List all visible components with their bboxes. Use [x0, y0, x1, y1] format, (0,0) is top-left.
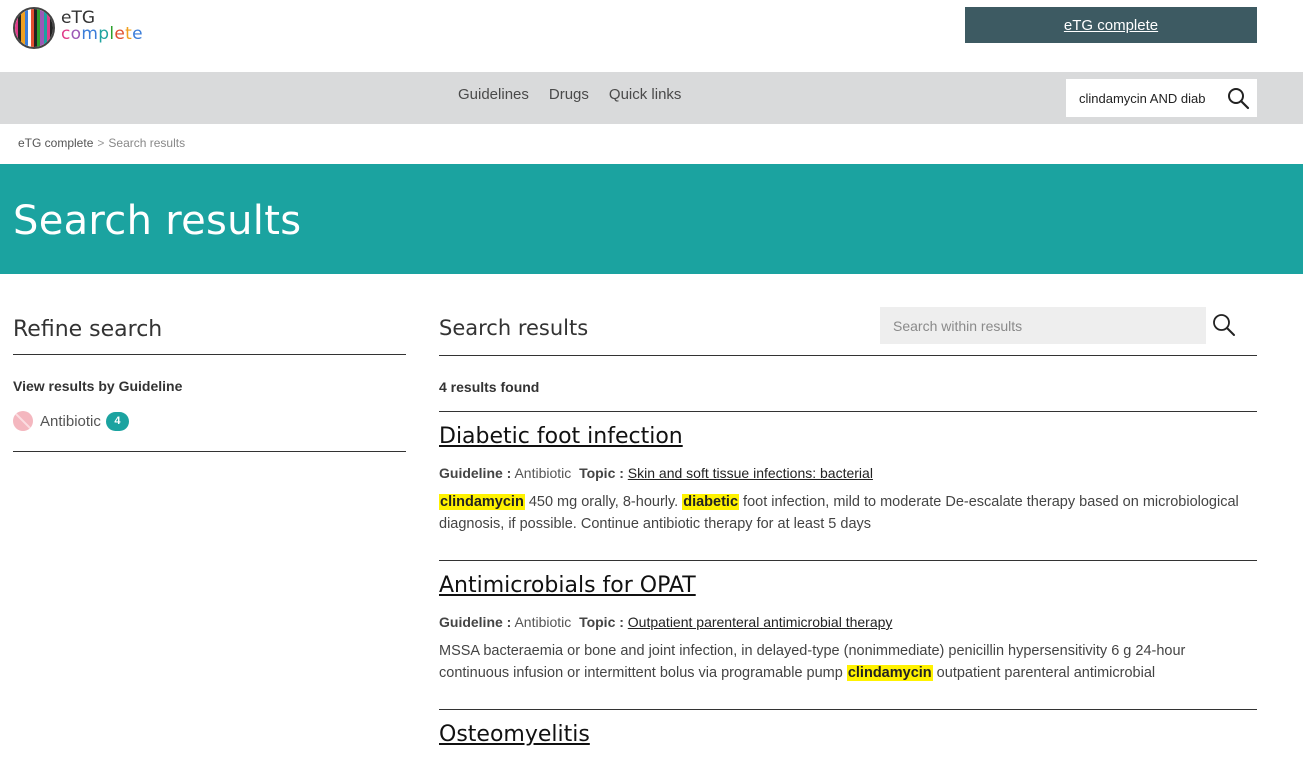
refine-subtitle: View results by Guideline — [13, 378, 183, 394]
result-title-link[interactable]: Antimicrobials for OPAT — [439, 573, 696, 598]
breadcrumb-separator: > — [97, 136, 105, 150]
refine-title: Refine search — [13, 312, 406, 355]
logo-line2: complete — [61, 24, 143, 44]
snippet-text: outpatient parenteral antimicrobial — [932, 664, 1156, 681]
snippet-highlight: clindamycin — [846, 664, 933, 681]
result-title-link[interactable]: Diabetic foot infection — [439, 424, 683, 449]
result-title-link[interactable]: Osteomyelitis — [439, 722, 590, 747]
results-header: Search results — [439, 307, 1257, 356]
results-count: 4 results found — [439, 356, 1257, 412]
result-item: Antimicrobials for OPAT Guideline : Anti… — [439, 573, 1257, 710]
nav-drugs[interactable]: Drugs — [549, 86, 589, 103]
etg-logo[interactable]: eTG complete — [13, 7, 143, 49]
snippet-highlight: diabetic — [682, 494, 740, 510]
facet-count-badge: 4 — [105, 411, 129, 431]
search-within-box — [880, 307, 1206, 344]
top-header: eTG complete eTG complete — [0, 0, 1303, 72]
refine-panel: Refine search View results by Guideline … — [13, 312, 406, 452]
search-input[interactable] — [1079, 90, 1219, 106]
topic-label: Topic : — [579, 614, 624, 630]
result-item: Diabetic foot infection Guideline : Anti… — [439, 424, 1257, 561]
nav-links: Guidelines Drugs Quick links — [448, 72, 691, 116]
result-snippet: clindamycin 450 mg orally, 8-hourly. dia… — [439, 492, 1257, 535]
etg-complete-button[interactable]: eTG complete — [965, 7, 1257, 43]
breadcrumb-home[interactable]: eTG complete — [18, 136, 93, 150]
facet-antibiotic[interactable]: Antibiotic 4 — [13, 411, 406, 452]
topic-link[interactable]: Skin and soft tissue infections: bacteri… — [628, 465, 873, 481]
result-item: Osteomyelitis — [439, 722, 1257, 764]
results-title: Search results — [439, 316, 589, 340]
search-within-icon[interactable] — [1211, 312, 1237, 338]
guideline-value: Antibiotic — [514, 465, 572, 481]
guideline-label: Guideline : — [439, 465, 512, 481]
pill-icon — [13, 411, 33, 431]
breadcrumb-current: Search results — [108, 136, 186, 150]
results-panel: Search results 4 results found Diabetic … — [439, 307, 1257, 764]
topic-link[interactable]: Outpatient parenteral antimicrobial ther… — [628, 614, 893, 630]
nav-quick-links[interactable]: Quick links — [609, 86, 682, 103]
global-search — [1066, 79, 1257, 117]
main-nav: Guidelines Drugs Quick links — [0, 72, 1303, 124]
logo-stripes-icon — [13, 7, 55, 49]
page-banner: Search results — [0, 164, 1303, 274]
result-meta: Guideline : Antibiotic Topic : Skin and … — [439, 465, 1257, 481]
result-meta: Guideline : Antibiotic Topic : Outpatien… — [439, 614, 1257, 630]
result-snippet: MSSA bacteraemia or bone and joint infec… — [439, 641, 1257, 684]
snippet-highlight: clindamycin — [439, 494, 525, 510]
facet-label: Antibiotic — [40, 412, 101, 430]
logo-wordmark: eTG complete — [61, 10, 143, 44]
search-icon[interactable] — [1226, 86, 1250, 110]
guideline-value: Antibiotic — [514, 614, 572, 630]
page-title: Search results — [13, 198, 302, 244]
snippet-text: 450 mg orally, 8-hourly. — [524, 494, 683, 510]
topic-label: Topic : — [579, 465, 624, 481]
search-within-input[interactable] — [893, 307, 1193, 344]
guideline-label: Guideline : — [439, 614, 512, 630]
breadcrumb: eTG complete > Search results — [18, 136, 185, 150]
nav-guidelines[interactable]: Guidelines — [458, 86, 529, 103]
